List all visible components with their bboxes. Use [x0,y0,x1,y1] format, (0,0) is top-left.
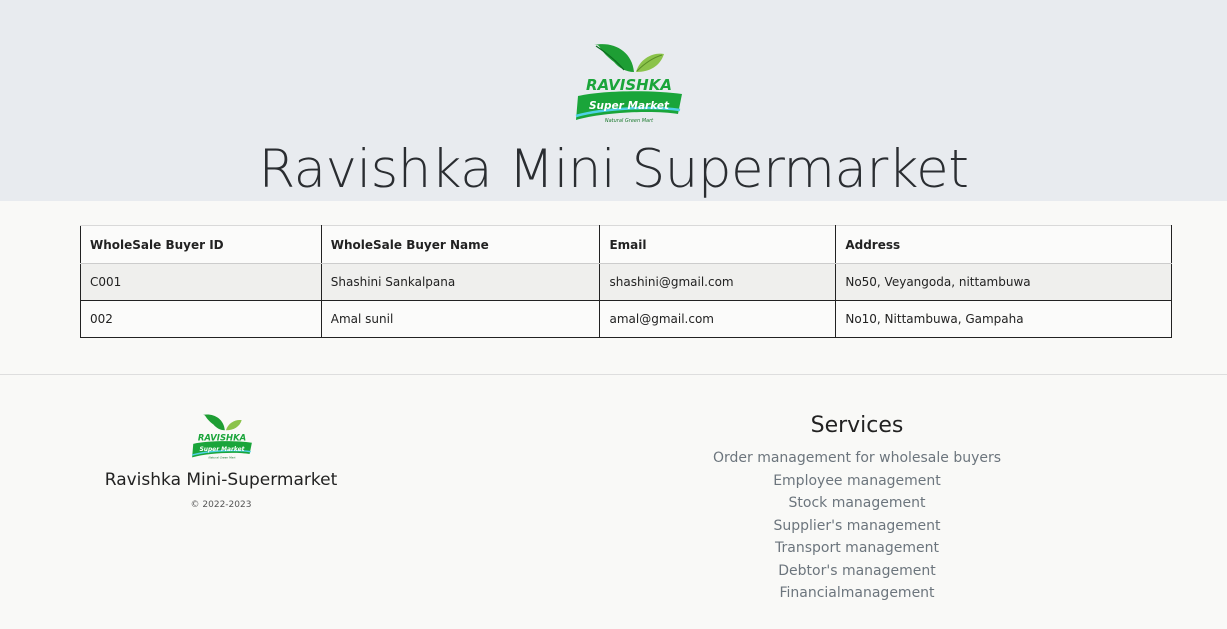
services-heading: Services [810,413,904,438]
service-item-financial-management[interactable]: Financialmanagement [657,582,1057,605]
service-item-order-management[interactable]: Order management for wholesale buyers [657,447,1057,470]
buyer-name-cell: Shashini Sankalpana [320,263,601,301]
table-row: 002 Amal sunil amal@gmail.com No10, Nitt… [80,300,1172,338]
buyer-id-cell: C001 [80,263,322,301]
service-item-debtor-management[interactable]: Debtor's management [657,560,1057,583]
ravishka-logo: RAVISHKA Super Market Natural Green Mart [575,44,682,124]
buyer-address-cell: No50, Veyangoda, nittambuwa [835,263,1172,301]
table-row: C001 Shashini Sankalpana shashini@gmail.… [80,263,1172,301]
services-list: Order management for wholesale buyers Em… [657,447,1057,605]
service-item-employee-management[interactable]: Employee management [657,470,1057,493]
table-header-row: WholeSale Buyer ID WholeSale Buyer Name … [80,225,1172,264]
wholesale-buyers-table: WholeSale Buyer ID WholeSale Buyer Name … [80,225,1172,338]
service-item-supplier-management[interactable]: Supplier's management [657,515,1057,538]
logo-tagline-text: Super Market [589,100,670,112]
logo-subtag-text: Natural Green Mart [605,118,654,124]
buyer-id-cell: 002 [80,300,322,338]
footer-logo-brand-text: RAVISHKA [198,432,246,442]
page-title: Ravishka Mini Supermarket [258,139,969,200]
footer-divider [0,374,1227,375]
column-header-address: Address [835,225,1172,264]
footer-logo-subtag-text: Natural Green Mart [209,455,237,459]
buyer-email-cell: amal@gmail.com [599,300,837,338]
service-item-stock-management[interactable]: Stock management [657,492,1057,515]
buyer-address-cell: No10, Nittambuwa, Gampaha [835,300,1172,338]
footer-logo: RAVISHKA Super Market Natural Green Mart [191,414,252,459]
column-header-buyer-id: WholeSale Buyer ID [80,225,322,264]
column-header-buyer-name: WholeSale Buyer Name [320,225,601,264]
footer-logo-tagline-text: Super Market [200,447,245,453]
header-hero: RAVISHKA Super Market Natural Green Mart… [0,0,1227,201]
buyer-name-cell: Amal sunil [320,300,601,338]
footer-copyright: © 2022-2023 [190,500,252,510]
service-item-transport-management[interactable]: Transport management [657,537,1057,560]
column-header-email: Email [599,225,837,264]
buyer-email-cell: shashini@gmail.com [599,263,837,301]
footer-company-name: Ravishka Mini-Supermarket [104,470,338,490]
